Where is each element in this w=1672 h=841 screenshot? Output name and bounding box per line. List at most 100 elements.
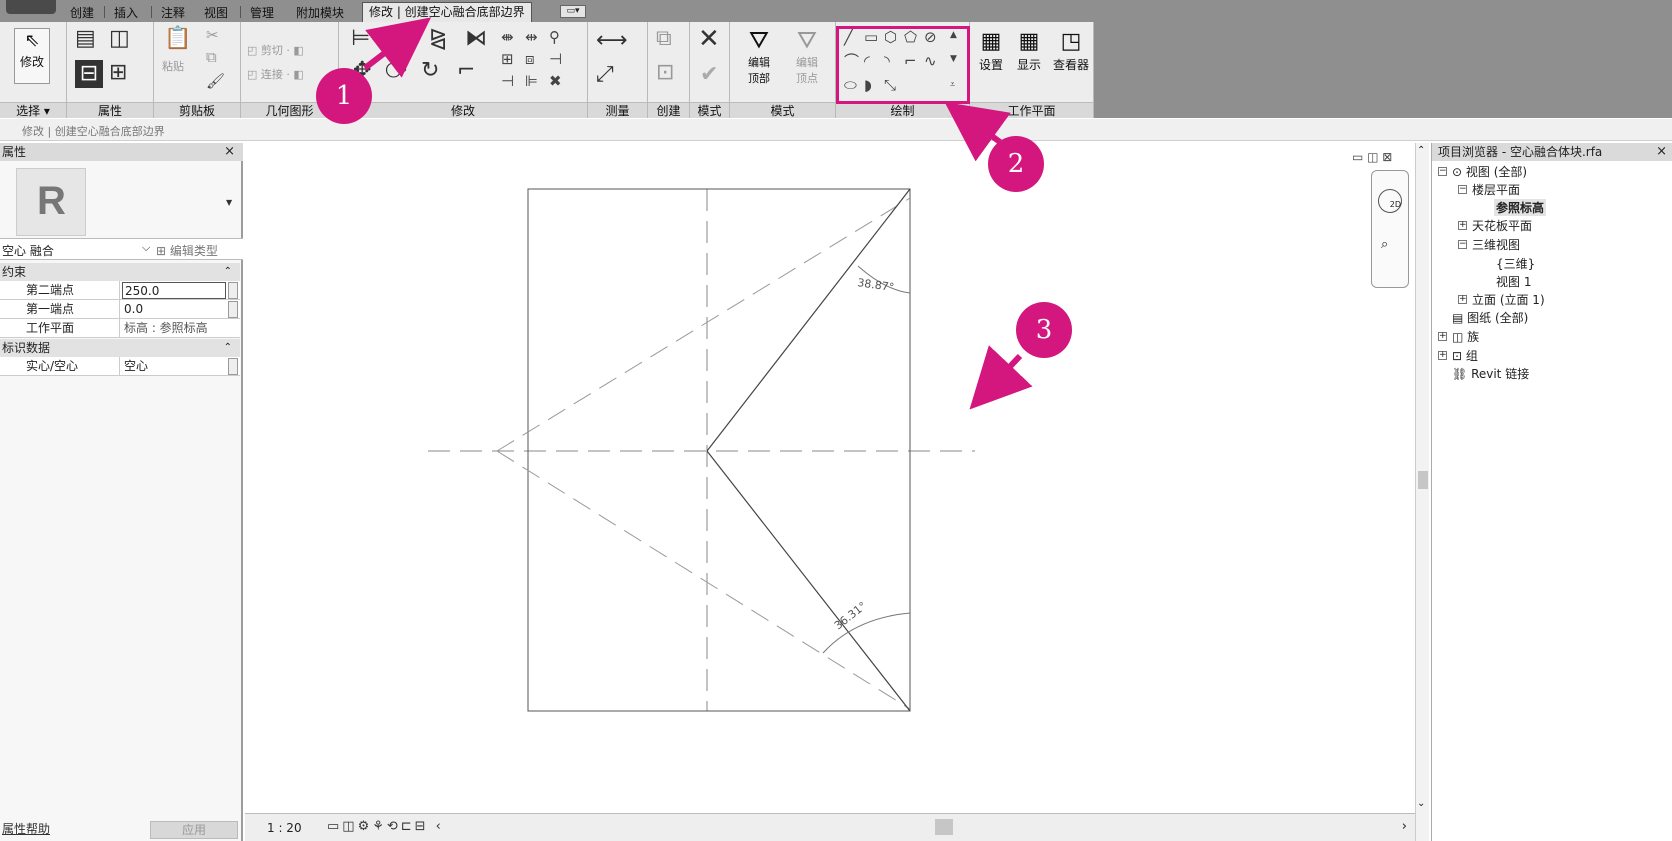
steering-wheel-icon[interactable]: 2D (1378, 189, 1402, 213)
properties-help-link[interactable]: 属性帮助 (2, 820, 50, 837)
tree-node-3d[interactable]: {三维} (1496, 255, 1535, 272)
canvas-vertical-scrollbar[interactable]: ⌃ ⌄ (1415, 143, 1429, 841)
aligned-dimension-icon[interactable]: ⤢ (596, 64, 614, 86)
view-control-icons[interactable]: ▭◫⚙⚘⟲⊏⊟ ‹ (327, 819, 444, 834)
group-identity-data[interactable]: 标识数据 ⌃ (0, 339, 240, 357)
unpin-icon[interactable]: ⚲ (549, 30, 560, 45)
tree-node-view-1[interactable]: 视图 1 (1496, 273, 1531, 290)
expand-toggle-icon[interactable]: + (1438, 351, 1447, 360)
create-group-icon[interactable]: ⧉ (656, 28, 672, 50)
tree-node-revit-links[interactable]: ⛓ Revit 链接 (1452, 365, 1529, 382)
view-scale[interactable]: 1 : 20 (267, 821, 302, 835)
type-selector[interactable]: 空心 融合 ⌵ ⊞ 编辑类型 (0, 238, 243, 260)
edit-top-button[interactable]: ⛛ 编辑 顶部 (738, 26, 780, 86)
work-plane-viewer-button[interactable]: ◳ 查看器 (1050, 28, 1092, 73)
group-constraints[interactable]: 约束 ⌃ (0, 263, 240, 281)
associate-parameter-button[interactable] (228, 301, 238, 318)
show-work-plane-icon: ▦ (1018, 29, 1040, 54)
close-icon[interactable]: × (1656, 143, 1667, 161)
close-icon[interactable]: × (224, 143, 235, 161)
expand-toggle-icon[interactable]: + (1438, 332, 1447, 341)
zoom-icon[interactable]: ⌕ (1381, 237, 1388, 252)
tree-node-views[interactable]: ⊙ 视图 (全部) (1452, 163, 1527, 180)
associate-parameter-button[interactable] (228, 282, 238, 299)
modify-button[interactable]: ⇖ 修改 (14, 28, 50, 84)
split-element-icon[interactable]: ⇼ (501, 30, 514, 45)
copy-element-icon[interactable]: ⧂ (385, 60, 407, 82)
pin-icon[interactable]: ⊣ (549, 52, 562, 67)
offset-icon[interactable]: ⫗ (397, 28, 417, 50)
apply-button[interactable]: 应用 (150, 821, 238, 839)
tab-create[interactable]: 创建 (64, 4, 100, 22)
collapse-toggle-icon[interactable]: − (1458, 240, 1467, 249)
scale-icon[interactable]: ⧈ (525, 52, 535, 67)
horizontal-scrollbar-thumb[interactable] (935, 819, 953, 835)
cut-geometry-button[interactable]: ◰ 剪切 · ◧ (247, 42, 304, 58)
scroll-down-icon[interactable]: ⌄ (1417, 798, 1425, 809)
drawing-canvas[interactable]: 38.87° 36.31° (245, 143, 1427, 813)
edit-vertices-button[interactable]: ⛛ 编辑 顶点 (786, 26, 828, 86)
array-icon[interactable]: ⊞ (501, 52, 514, 67)
copy-icon[interactable]: ⧉ (206, 50, 217, 65)
tab-view[interactable]: 视图 (198, 4, 234, 22)
paste-icon[interactable]: 📋 (164, 28, 191, 50)
cut-scissors-icon[interactable]: ✂ (206, 28, 219, 43)
mirror-pick-axis-icon[interactable]: ⧎ (429, 28, 447, 50)
cancel-edit-mode-icon[interactable]: ✕ (698, 26, 720, 52)
tab-insert[interactable]: 插入 (108, 4, 144, 22)
edit-type-button[interactable]: ⊞ 编辑类型 (156, 242, 218, 259)
scroll-right-icon[interactable]: › (1402, 819, 1407, 834)
trim-extend-multiple-icon[interactable]: ⊫ (525, 74, 538, 89)
align-icon[interactable]: ⊨ (351, 28, 370, 50)
measure-distance-icon[interactable]: ⟷ (596, 30, 628, 52)
tab-annotate[interactable]: 注释 (155, 4, 191, 22)
family-types-icon[interactable]: ▤ (75, 28, 96, 50)
finish-edit-mode-icon[interactable]: ✔ (700, 64, 718, 86)
second-end-input[interactable]: 250.0 (122, 282, 226, 299)
panel-select-label[interactable]: 选择 ▾ (0, 102, 66, 118)
tree-node-3d-views[interactable]: 三维视图 (1472, 236, 1520, 253)
solid-void-value[interactable]: 空心 (122, 358, 226, 375)
delete-icon[interactable]: ✖ (549, 74, 562, 89)
scrollbar-thumb[interactable] (1418, 471, 1428, 489)
collapse-icon[interactable]: ⌃ (224, 263, 232, 281)
application-menu-button[interactable] (6, 0, 56, 14)
collapse-icon[interactable]: ⌃ (224, 339, 232, 357)
trim-extend-single-icon[interactable]: ⊣ (501, 74, 514, 89)
create-similar-icon[interactable]: ⊡ (656, 62, 674, 84)
tab-addins[interactable]: 附加模块 (290, 4, 350, 22)
tree-node-families[interactable]: ◫ 族 (1452, 328, 1479, 345)
collapse-toggle-icon[interactable]: − (1438, 167, 1447, 176)
tab-modify-create-void-blend-base[interactable]: 修改 | 创建空心融合底部边界 (362, 2, 532, 22)
family-category-icon[interactable]: ◫ (109, 28, 130, 50)
chevron-down-icon[interactable]: ⌵ (142, 241, 150, 255)
first-end-input[interactable]: 0.0 (122, 301, 226, 318)
set-work-plane-button[interactable]: ▦ 设置 (974, 28, 1008, 73)
collapse-toggle-icon[interactable]: − (1458, 185, 1467, 194)
tab-manage[interactable]: 管理 (244, 4, 280, 22)
view-window-controls[interactable]: ▭ ◫ ⊠ (1352, 150, 1392, 164)
mirror-draw-axis-icon[interactable]: ⧑ (465, 28, 487, 50)
tree-node-floor-plans[interactable]: 楼层平面 (1472, 181, 1520, 198)
draw-panel-highlight (836, 26, 970, 104)
tree-node-groups[interactable]: ⊡ 组 (1452, 347, 1478, 364)
panel-modify: ⊨ ⫗ ⧎ ⧑ ⇼ ⇹ ⚲ ✥ ⧂ ↻ ⌐ ⊞ ⧈ ⊣ ⊣ ⊫ ✖ 修改 (339, 22, 588, 118)
trim-extend-corner-icon[interactable]: ⌐ (457, 60, 475, 82)
split-with-gap-icon[interactable]: ⇹ (525, 30, 538, 45)
ribbon-minimize-button[interactable]: ▭▾ (560, 5, 586, 18)
match-properties-icon[interactable]: 🖌 (206, 74, 225, 89)
tree-node-elevations[interactable]: 立面 (立面 1) (1472, 291, 1545, 308)
expand-toggle-icon[interactable]: + (1458, 221, 1467, 230)
rotate-icon[interactable]: ↻ (421, 60, 439, 82)
tree-node-sheets[interactable]: ▤ 图纸 (全部) (1452, 309, 1528, 326)
associate-parameter-button[interactable] (228, 358, 238, 375)
expand-toggle-icon[interactable]: + (1458, 295, 1467, 304)
scroll-up-icon[interactable]: ⌃ (1417, 145, 1425, 156)
tree-node-ceiling-plans[interactable]: 天花板平面 (1472, 217, 1532, 234)
show-work-plane-button[interactable]: ▦ 显示 (1012, 28, 1046, 73)
tree-node-ref-level[interactable]: 参照标高 (1494, 199, 1547, 216)
type-properties-icon[interactable]: ⊞ (109, 62, 127, 84)
join-geometry-button[interactable]: ◰ 连接 · ◧ (247, 66, 304, 82)
type-selector-dropdown-icon[interactable]: ▼ (226, 198, 232, 207)
properties-toggle-icon[interactable]: ⊟ (75, 60, 103, 88)
